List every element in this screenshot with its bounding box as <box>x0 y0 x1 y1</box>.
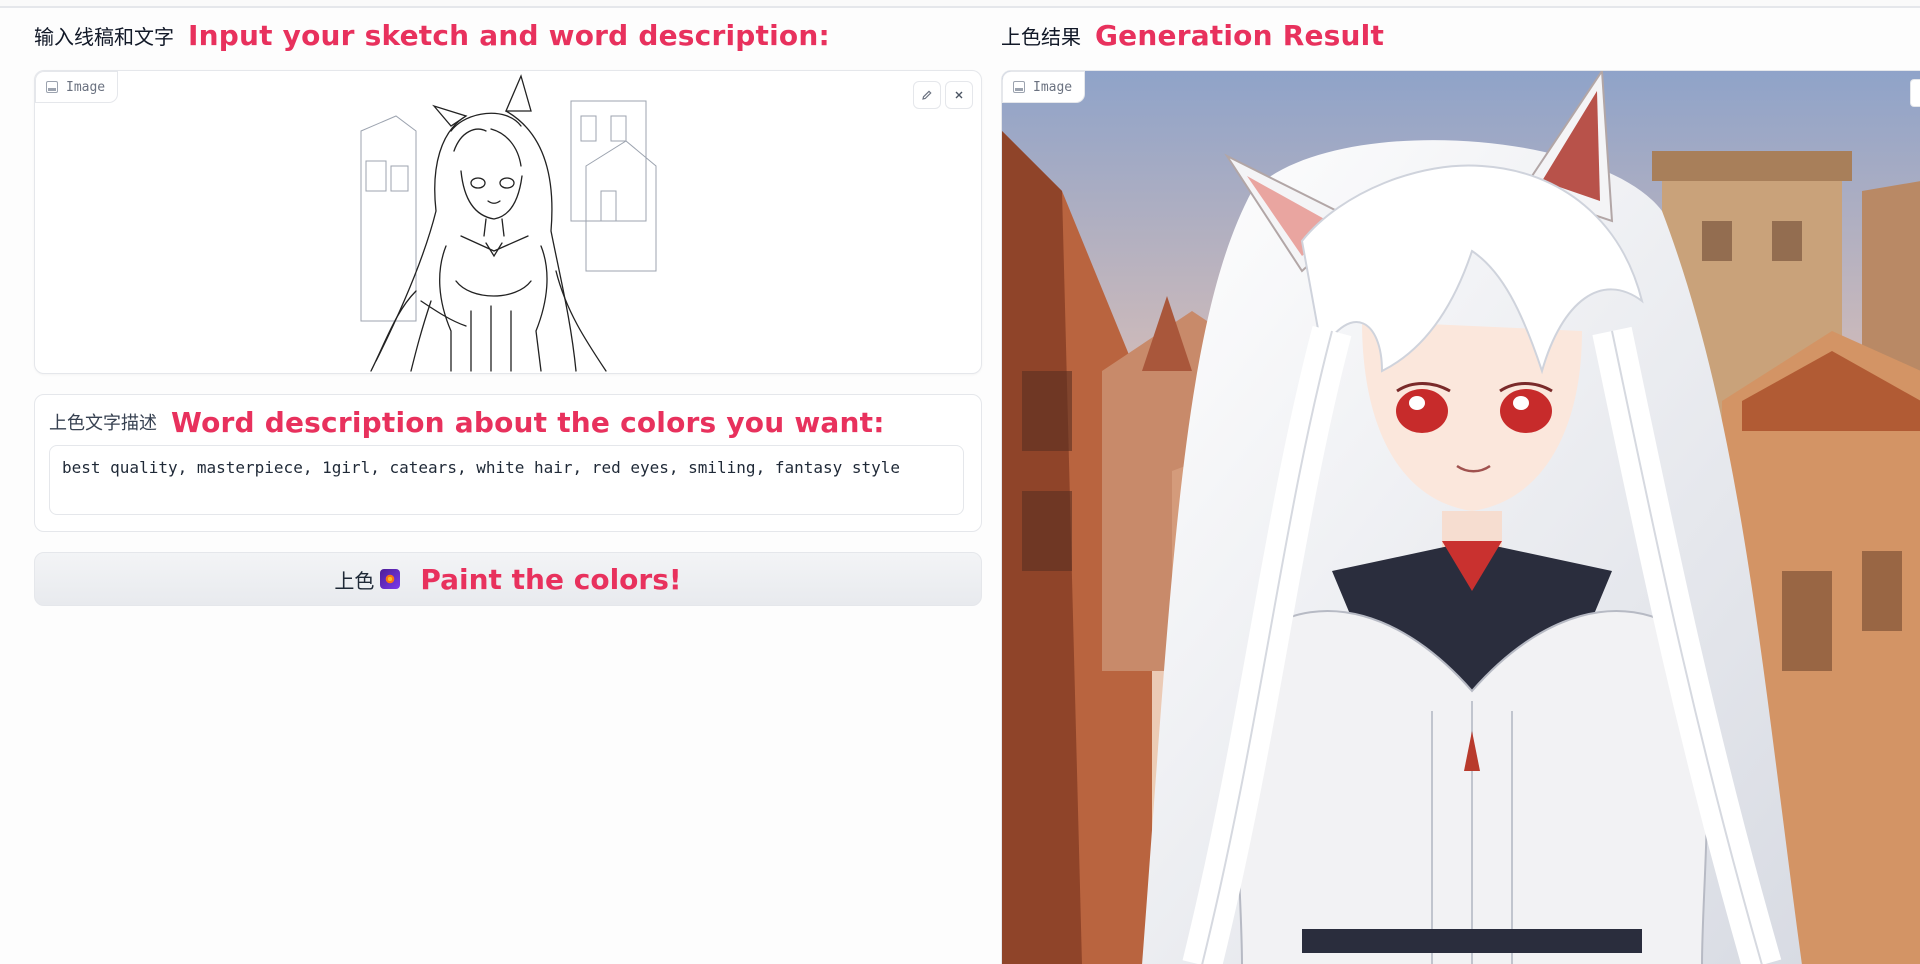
pencil-icon <box>922 90 932 100</box>
input-heading-en: Input your sketch and word description: <box>188 18 830 52</box>
result-toolbar-edge <box>1910 79 1920 107</box>
image-tag: Image <box>35 71 119 103</box>
image-icon <box>1013 81 1025 93</box>
paint-button[interactable]: 上色 Paint the colors! <box>34 552 982 606</box>
result-image-tag-label: Image <box>1033 79 1073 95</box>
result-image-tag: Image <box>1002 71 1086 103</box>
prompt-textarea[interactable]: best quality, masterpiece, 1girl, catear… <box>49 445 964 515</box>
result-column: 上色结果 Generation Result Image <box>1001 16 1920 964</box>
input-column: 输入线稿和文字 Input your sketch and word descr… <box>34 16 982 606</box>
sketch-upload-box[interactable]: Image <box>34 70 982 374</box>
sketch-image <box>356 71 661 373</box>
input-heading-cn: 输入线稿和文字 <box>34 24 174 49</box>
generated-image <box>1002 71 1920 964</box>
result-header: 上色结果 Generation Result <box>1001 16 1920 54</box>
clear-button[interactable] <box>945 81 973 109</box>
prompt-header: 上色文字描述 Word description about the colors… <box>49 403 885 441</box>
image-icon <box>46 81 58 93</box>
prompt-heading-cn: 上色文字描述 <box>49 413 157 434</box>
edit-button[interactable] <box>913 81 941 109</box>
paint-button-label-cn: 上色 <box>334 568 375 593</box>
result-heading-cn: 上色结果 <box>1001 24 1081 49</box>
image-tag-label: Image <box>66 79 106 95</box>
input-header: 输入线稿和文字 Input your sketch and word descr… <box>34 16 982 54</box>
top-border <box>0 0 1920 8</box>
result-image-box: Image <box>1001 70 1920 964</box>
result-heading-en: Generation Result <box>1095 18 1385 52</box>
close-icon <box>955 91 963 99</box>
prompt-heading-en: Word description about the colors you wa… <box>171 405 885 439</box>
prompt-panel: 上色文字描述 Word description about the colors… <box>34 394 982 532</box>
paint-button-label-en: Paint the colors! <box>420 562 682 596</box>
palette-icon <box>380 569 401 589</box>
app-page: 输入线稿和文字 Input your sketch and word descr… <box>0 0 1920 964</box>
